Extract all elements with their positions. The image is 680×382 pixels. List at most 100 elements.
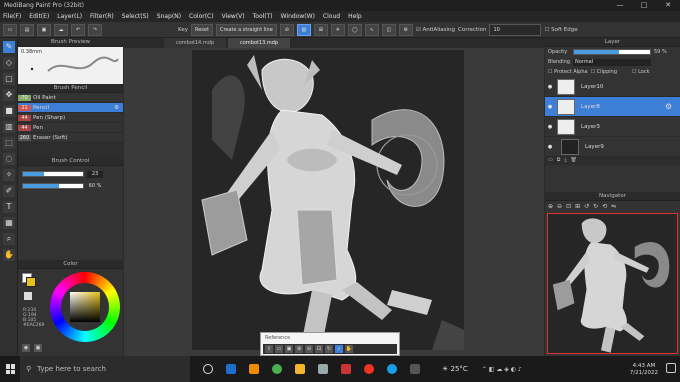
snap-settings-icon[interactable]: ⚙ <box>398 23 413 36</box>
menu-edit[interactable]: Edit(E) <box>29 13 49 20</box>
soft-edge-checkbox[interactable]: ☐ Soft Edge <box>544 27 577 33</box>
system-tray-icons[interactable]: ⌃ ◧ ☁ ◈ ◐ ♪ <box>482 366 522 373</box>
lasso-tool-icon[interactable]: ◌ <box>3 153 15 165</box>
menu-view[interactable]: View(V) <box>222 13 245 20</box>
layer-row-layer8[interactable]: ● Layer8 ⚙ <box>545 97 680 117</box>
tab-combot14[interactable]: combot14.mdp <box>164 38 227 48</box>
menu-tool[interactable]: Tool(T) <box>253 13 273 20</box>
brush-tool-icon[interactable]: ✎ <box>3 41 15 53</box>
start-button[interactable] <box>6 364 16 374</box>
snap-circle-icon[interactable]: ◯ <box>347 23 362 36</box>
menu-color[interactable]: Color(C) <box>189 13 214 20</box>
undo-icon[interactable]: ↶ <box>71 23 85 36</box>
snap-parallel-icon[interactable]: ▧ <box>296 23 311 36</box>
nav-rotate-left-icon[interactable]: ↺ <box>584 203 589 210</box>
fill-tool-icon[interactable]: ■ <box>3 105 15 117</box>
snap-radial-icon[interactable]: ✳ <box>330 23 345 36</box>
antialias-checkbox[interactable]: ☑ AntiAliasing <box>416 27 455 33</box>
menu-help[interactable]: Help <box>348 13 362 20</box>
color-history-icon[interactable]: ▣ <box>34 344 42 352</box>
menu-window[interactable]: Window(W) <box>281 13 315 20</box>
nav-zoom-in-icon[interactable]: ⊕ <box>548 203 553 210</box>
navigator-preview[interactable] <box>547 213 678 354</box>
select-pen-icon[interactable]: ✐ <box>3 185 15 197</box>
select-tool-icon[interactable]: ⬚ <box>3 137 15 149</box>
hand-icon[interactable]: ✋ <box>345 345 353 353</box>
saturation-square[interactable] <box>70 292 100 322</box>
opacity-track[interactable] <box>22 183 84 189</box>
text-tool-icon[interactable]: T <box>3 201 15 213</box>
hand-tool-icon[interactable]: ✋ <box>3 249 15 261</box>
size-track[interactable] <box>22 171 84 177</box>
brush-item-pencil[interactable]: 21 Pencil ⚙ <box>18 103 123 113</box>
duplicate-layer-icon[interactable]: ⧉ <box>557 157 561 165</box>
brush-item-pen[interactable]: 44 Pen <box>18 123 123 133</box>
protect-alpha-checkbox[interactable]: ☐ Protect Alpha <box>548 69 588 75</box>
snap-off-icon[interactable]: ⊘ <box>279 23 294 36</box>
upload-icon[interactable]: ⇧ <box>265 345 273 353</box>
merge-layer-icon[interactable]: ⤓ <box>564 157 566 165</box>
notification-icon[interactable] <box>666 363 676 373</box>
reset-button[interactable]: Reset <box>190 23 213 36</box>
eyedropper-icon[interactable]: ⌕ <box>335 345 343 353</box>
layer-opacity-slider[interactable] <box>573 49 651 55</box>
move-tool-icon[interactable]: ✥ <box>3 89 15 101</box>
magic-wand-icon[interactable]: ✧ <box>3 169 15 181</box>
brush-settings-icon[interactable]: ⚙ <box>114 105 119 111</box>
store-icon[interactable] <box>318 364 328 374</box>
brush-item-eraser-soft[interactable]: 260 Eraser (Soft) <box>18 133 123 143</box>
cloud-icon[interactable]: ☁ <box>54 23 68 36</box>
mail-icon[interactable] <box>226 364 236 374</box>
dot-tool-icon[interactable]: ▢ <box>3 73 15 85</box>
eyedropper-icon[interactable]: ⌕ <box>3 233 15 245</box>
nav-fit-icon[interactable]: ⊡ <box>566 203 571 210</box>
nav-zoom-out-icon[interactable]: ⊖ <box>557 203 562 210</box>
brush-opacity-slider[interactable]: 60 % <box>22 182 119 190</box>
correction-select[interactable]: 10 <box>489 23 542 36</box>
brush-size-slider[interactable]: 23 <box>22 170 119 178</box>
visibility-eye-icon[interactable]: ● <box>545 124 555 130</box>
office-icon[interactable] <box>341 364 351 374</box>
layer-settings-icon[interactable]: ⚙ <box>665 102 672 111</box>
brush-item-oil-paint[interactable]: 70 Oil Paint <box>18 93 123 103</box>
weather-widget[interactable]: ☀ 25°C <box>442 365 468 373</box>
menu-file[interactable]: File(F) <box>3 13 21 20</box>
lock-checkbox[interactable]: ☐ Lock <box>632 69 649 75</box>
rotate-icon[interactable]: ↻ <box>325 345 333 353</box>
zoom-in-icon[interactable]: ⊕ <box>295 345 303 353</box>
delete-layer-icon[interactable]: 🗑 <box>571 157 577 165</box>
minimize-button[interactable]: — <box>608 0 632 11</box>
new-file-icon[interactable]: ▭ <box>3 23 17 36</box>
brush-item-pen-sharp[interactable]: 44 Pen (Sharp) <box>18 113 123 123</box>
task-view-icon[interactable] <box>203 364 213 374</box>
color-wheel[interactable] <box>50 272 120 342</box>
open-file-icon[interactable]: ▤ <box>20 23 34 36</box>
eraser-tool-icon[interactable]: ◇ <box>3 57 15 69</box>
edge-icon[interactable] <box>387 364 397 374</box>
visibility-eye-icon[interactable]: ● <box>545 144 555 150</box>
artwork-canvas[interactable] <box>192 50 464 350</box>
blending-select[interactable]: Normal <box>573 58 651 66</box>
system-clock[interactable]: 4:43 AM 7/21/2022 <box>630 363 658 377</box>
snap-curve-icon[interactable]: ∿ <box>364 23 379 36</box>
redo-icon[interactable]: ↷ <box>88 23 102 36</box>
nav-actual-size-icon[interactable]: ⊞ <box>575 203 580 210</box>
taskbar-search[interactable]: ⚲ Type here to search <box>20 356 190 382</box>
primary-color-swatch[interactable] <box>26 277 36 287</box>
layer-row-layer10[interactable]: ● Layer10 <box>545 77 680 97</box>
straight-line-button[interactable]: Create a straight line <box>215 23 277 36</box>
layer-row-layer9[interactable]: ● Layer9 <box>545 137 680 157</box>
medibang-icon[interactable] <box>410 364 420 374</box>
close-button[interactable]: ✕ <box>656 0 680 11</box>
add-layer-icon[interactable]: ▭ <box>548 157 553 165</box>
nav-rotate-right-icon[interactable]: ↻ <box>593 203 598 210</box>
chrome-icon[interactable] <box>272 364 282 374</box>
nav-reset-rotation-icon[interactable]: ⟲ <box>602 203 607 210</box>
maximize-button[interactable]: □ <box>632 0 656 11</box>
save-icon[interactable]: ▣ <box>37 23 51 36</box>
size-value[interactable]: 23 <box>87 170 103 178</box>
nav-flip-icon[interactable]: ⇋ <box>611 203 616 210</box>
tab-combot13[interactable]: combot13.mdp <box>228 38 291 48</box>
snap-cross-icon[interactable]: ⊞ <box>313 23 328 36</box>
folder-icon[interactable]: ▭ <box>275 345 283 353</box>
